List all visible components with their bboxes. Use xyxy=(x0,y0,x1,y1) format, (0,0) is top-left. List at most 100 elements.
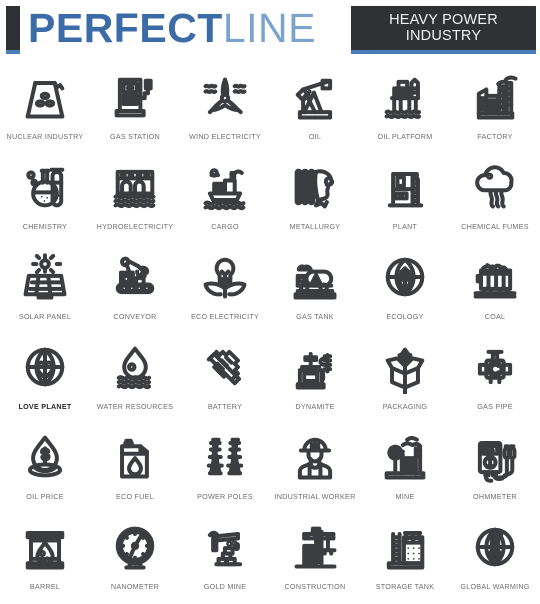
category-badge: HEAVY POWER INDUSTRY xyxy=(351,6,536,50)
icon-label: OIL xyxy=(308,132,322,141)
tanker-truck-icon xyxy=(287,248,343,306)
icon-cell[interactable]: GLOBAL WARMING xyxy=(450,518,540,604)
wind-turbine-icon xyxy=(197,68,253,126)
icon-label: PLANT xyxy=(392,222,418,231)
icon-cell[interactable]: DYNAMITE xyxy=(270,338,360,428)
icon-cell[interactable]: NANOMETER xyxy=(90,518,180,604)
icon-cell[interactable]: OHMMETER xyxy=(450,428,540,518)
globe-thermometer-icon xyxy=(467,518,523,576)
storage-tank-icon xyxy=(377,518,433,576)
icon-label: CHEMICAL FUMES xyxy=(461,222,529,231)
icon-cell[interactable]: METALLURGY xyxy=(270,158,360,248)
icon-label: CHEMISTRY xyxy=(22,222,68,231)
brand-secondary-text: LINE xyxy=(222,5,317,51)
detonator-icon xyxy=(287,338,343,396)
icon-label: NUCLEAR INDUSTRY xyxy=(6,132,84,141)
water-drop-waves-icon xyxy=(107,338,163,396)
gold-bars-pickaxe-icon xyxy=(197,518,253,576)
icon-cell[interactable]: BATTERY xyxy=(180,338,270,428)
icon-cell[interactable]: INDUSTRIAL WORKER xyxy=(270,428,360,518)
icon-cell[interactable]: COAL xyxy=(450,248,540,338)
pumpjack-icon xyxy=(287,68,343,126)
globe-heart-icon xyxy=(17,338,73,396)
icon-cell[interactable]: CARGO xyxy=(180,158,270,248)
icon-label: WIND ELECTRICITY xyxy=(189,132,261,141)
solar-panel-icon xyxy=(17,248,73,306)
icon-cell[interactable]: CHEMISTRY xyxy=(0,158,90,248)
brand-wordmark: PERFECTLINE xyxy=(28,4,316,52)
icon-cell[interactable]: OIL PLATFORM xyxy=(360,68,450,158)
icon-label: CARGO xyxy=(211,222,239,231)
icon-cell[interactable]: CONSTRUCTION xyxy=(270,518,360,604)
icon-label: CONSTRUCTION xyxy=(284,582,346,591)
icon-label: METALLURGY xyxy=(289,222,341,231)
icon-cell[interactable]: GAS TANK xyxy=(270,248,360,338)
gauge-icon xyxy=(107,518,163,576)
icon-row: BARREL NANOMETER GOLD MINE CONSTRUCTION STOR… xyxy=(0,518,540,604)
icon-cell[interactable]: GOLD MINE xyxy=(180,518,270,604)
icon-cell[interactable]: POWER POLES xyxy=(180,428,270,518)
icon-label: ECOLOGY xyxy=(386,312,424,321)
icon-cell[interactable]: ECOLOGY xyxy=(360,248,450,338)
icon-cell[interactable]: PLANT xyxy=(360,158,450,248)
icon-cell[interactable]: WATER RESOURCES xyxy=(90,338,180,428)
icon-cell[interactable]: ECO FUEL xyxy=(90,428,180,518)
icon-cell[interactable]: LOVE PLANET xyxy=(0,338,90,428)
icon-cell[interactable]: ECO ELECTRICITY xyxy=(180,248,270,338)
icon-label: COAL xyxy=(484,312,506,321)
icon-label: CONVEYOR xyxy=(113,312,157,321)
oil-rig-icon xyxy=(377,68,433,126)
icon-label: GAS TANK xyxy=(296,312,334,321)
icon-cell[interactable]: GAS STATION xyxy=(90,68,180,158)
icon-cell[interactable]: CONVEYOR xyxy=(90,248,180,338)
brand-accent-bar-underline xyxy=(6,50,20,54)
cargo-ship-icon xyxy=(197,158,253,216)
dam-icon xyxy=(107,158,163,216)
icon-cell[interactable]: OIL xyxy=(270,68,360,158)
icon-label: INDUSTRIAL WORKER xyxy=(274,492,356,501)
icon-label: ECO FUEL xyxy=(116,492,154,501)
icon-row: OIL PRICE ECO FUEL POWER POLES INDUSTRIAL W… xyxy=(0,428,540,518)
open-box-icon xyxy=(377,338,433,396)
icon-row: CHEMISTRY HYDROELECTRICITY CARGO METALLURGY… xyxy=(0,158,540,248)
icon-cell[interactable]: GAS PIPE xyxy=(450,338,540,428)
factory-icon xyxy=(467,68,523,126)
battery-icon xyxy=(197,338,253,396)
icon-label: HYDROELECTRICITY xyxy=(96,222,174,231)
icon-cell[interactable]: WIND ELECTRICITY xyxy=(180,68,270,158)
mine-plant-icon xyxy=(377,428,433,486)
pylons-icon xyxy=(197,428,253,486)
category-badge-label: HEAVY POWER INDUSTRY xyxy=(389,12,498,44)
icon-cell[interactable]: NUCLEAR INDUSTRY xyxy=(0,68,90,158)
icon-cell[interactable]: FACTORY xyxy=(450,68,540,158)
icon-cell[interactable]: CHEMICAL FUMES xyxy=(450,158,540,248)
icon-cell[interactable]: SOLAR PANEL xyxy=(0,248,90,338)
icon-label: PACKAGING xyxy=(382,402,428,411)
oil-barrel-icon xyxy=(17,518,73,576)
worker-helmet-icon xyxy=(287,428,343,486)
coal-cart-icon xyxy=(467,248,523,306)
icon-cell[interactable]: STORAGE TANK xyxy=(360,518,450,604)
icon-row: LOVE PLANET WATER RESOURCES BATTERY DYNAMIT… xyxy=(0,338,540,428)
icon-label: SOLAR PANEL xyxy=(18,312,72,321)
icon-cell[interactable]: OIL PRICE xyxy=(0,428,90,518)
multimeter-icon xyxy=(467,428,523,486)
icon-cell[interactable]: BARREL xyxy=(0,518,90,604)
icon-cell[interactable]: MINE xyxy=(360,428,450,518)
drop-dollar-icon xyxy=(17,428,73,486)
icon-cell[interactable]: PACKAGING xyxy=(360,338,450,428)
icon-grid: NUCLEAR INDUSTRY GAS STATION WIND ELECTRIC… xyxy=(0,62,540,604)
icon-label: GOLD MINE xyxy=(203,582,247,591)
icon-label: DYNAMITE xyxy=(295,402,335,411)
globe-leaf-icon xyxy=(377,248,433,306)
bulb-leaves-icon xyxy=(197,248,253,306)
icon-label: OIL PLATFORM xyxy=(377,132,433,141)
flask-testtube-icon xyxy=(17,158,73,216)
icon-label: BARREL xyxy=(29,582,61,591)
jerrycan-icon xyxy=(107,428,163,486)
icon-cell[interactable]: HYDROELECTRICITY xyxy=(90,158,180,248)
icon-label: FACTORY xyxy=(477,132,513,141)
icon-row: SOLAR PANEL CONVEYOR ECO ELECTRICITY GAS TA… xyxy=(0,248,540,338)
icon-row: NUCLEAR INDUSTRY GAS STATION WIND ELECTRIC… xyxy=(0,68,540,158)
page-header: PERFECTLINE HEAVY POWER INDUSTRY xyxy=(0,0,540,62)
